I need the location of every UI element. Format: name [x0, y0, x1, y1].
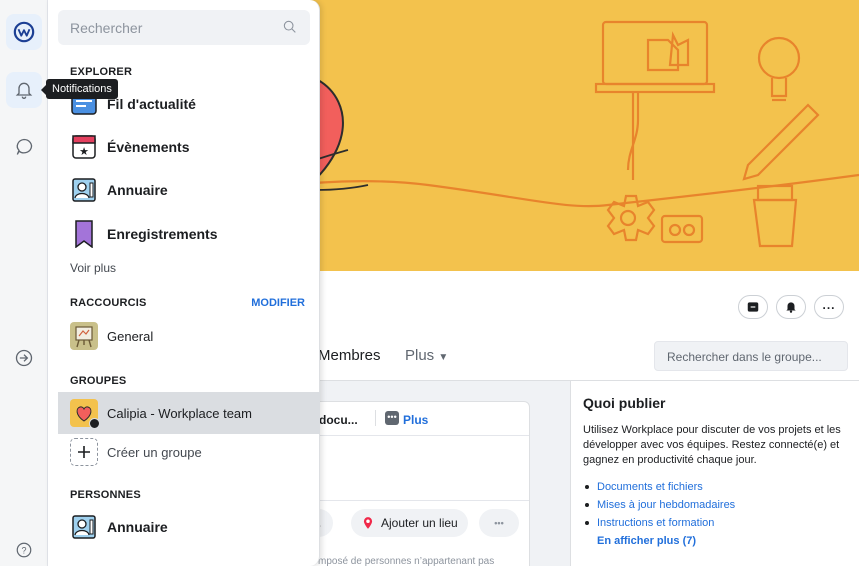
easel-icon: [70, 322, 98, 350]
arrow-right-circle-icon: [15, 349, 33, 367]
more-dots-button[interactable]: •••: [479, 509, 519, 537]
bell-button[interactable]: [776, 295, 806, 319]
document-option[interactable]: docu...: [319, 413, 358, 427]
tab-more[interactable]: Plus ▼: [405, 347, 448, 364]
link-instructions[interactable]: Instructions et formation: [583, 514, 847, 532]
section-groups-title: GROUPES: [70, 375, 127, 387]
composer-footer-text: mposé de personnes n’appartenant pas: [318, 556, 495, 566]
composer-actions: ... Ajouter un lieu •••: [279, 500, 529, 540]
notifications-button[interactable]: [6, 72, 42, 108]
sync-badge-icon: [89, 418, 100, 429]
notifications-tooltip: Notifications: [41, 79, 118, 99]
workplace-logo-button[interactable]: [6, 14, 42, 50]
link-weekly-updates[interactable]: Mises à jour hebdomadaires: [583, 496, 847, 514]
toolbar-divider: [375, 410, 376, 426]
plus-icon: [70, 438, 98, 466]
bell-icon: [15, 82, 33, 99]
help-icon: ?: [16, 542, 32, 558]
svg-text:?: ?: [21, 545, 26, 555]
show-more-link[interactable]: En afficher plus (7): [583, 532, 847, 550]
chat-button[interactable]: [6, 129, 42, 165]
see-more-link[interactable]: Voir plus: [70, 261, 116, 275]
nav-item-directory[interactable]: Annuaire: [58, 170, 320, 210]
shortcut-item-general[interactable]: General: [58, 316, 320, 356]
section-people-title: PERSONNES: [70, 489, 141, 501]
ellipsis-icon: ...: [822, 297, 836, 312]
composer-toolbar: docu... ••• Plus: [289, 402, 529, 436]
post-composer: docu... ••• Plus ... Ajouter un lieu •••…: [279, 401, 530, 566]
caret-down-icon: ▼: [438, 352, 449, 363]
chat-bubble-icon: [16, 138, 33, 155]
search-input[interactable]: Rechercher: [58, 10, 310, 45]
archive-icon: [747, 302, 759, 312]
side-card-title: Quoi publier: [583, 395, 666, 411]
section-explorer-title: EXPLORER: [70, 66, 133, 78]
left-rail: Notifications ?: [0, 0, 118, 566]
svg-text:★: ★: [79, 145, 89, 158]
side-card-text: Utilisez Workplace pour discuter de vos …: [583, 424, 841, 466]
heart-group-icon: [70, 399, 100, 429]
directory-icon: [70, 176, 98, 204]
archive-button[interactable]: [738, 295, 768, 319]
link-documents[interactable]: Documents et fichiers: [583, 478, 847, 496]
section-shortcuts-title: RACCOURCIS: [70, 297, 147, 309]
directory-icon: [70, 513, 98, 541]
nav-item-saved[interactable]: Enregistrements: [58, 214, 320, 254]
group-search-input[interactable]: Rechercher dans le groupe...: [654, 341, 848, 371]
nav-item-events[interactable]: ★ Évènements: [58, 127, 320, 167]
more-options-button[interactable]: ...: [814, 295, 844, 319]
calendar-star-icon: ★: [70, 133, 98, 161]
expand-button[interactable]: [6, 340, 42, 376]
edit-shortcuts-button[interactable]: MODIFIER: [251, 297, 305, 309]
help-button[interactable]: ?: [6, 532, 42, 566]
group-item-calipia[interactable]: Calipia - Workplace team: [58, 392, 320, 434]
location-pin-icon: [363, 517, 373, 529]
people-item-directory[interactable]: Annuaire: [58, 507, 320, 547]
side-card-links: Documents et fichiers Mises à jour hebdo…: [583, 478, 847, 532]
what-to-post-card: Quoi publier Utilisez Workplace pour dis…: [570, 381, 859, 566]
add-location-button[interactable]: Ajouter un lieu: [351, 509, 468, 537]
search-icon: [283, 20, 296, 33]
more-option[interactable]: Plus: [403, 413, 428, 427]
more-grid-icon: •••: [385, 411, 399, 425]
workplace-logo-icon: [13, 21, 35, 43]
tab-members[interactable]: Membres: [318, 347, 381, 364]
bookmark-icon: [70, 220, 98, 248]
create-group-button[interactable]: Créer un groupe: [58, 432, 320, 472]
bell-icon: [786, 302, 796, 313]
